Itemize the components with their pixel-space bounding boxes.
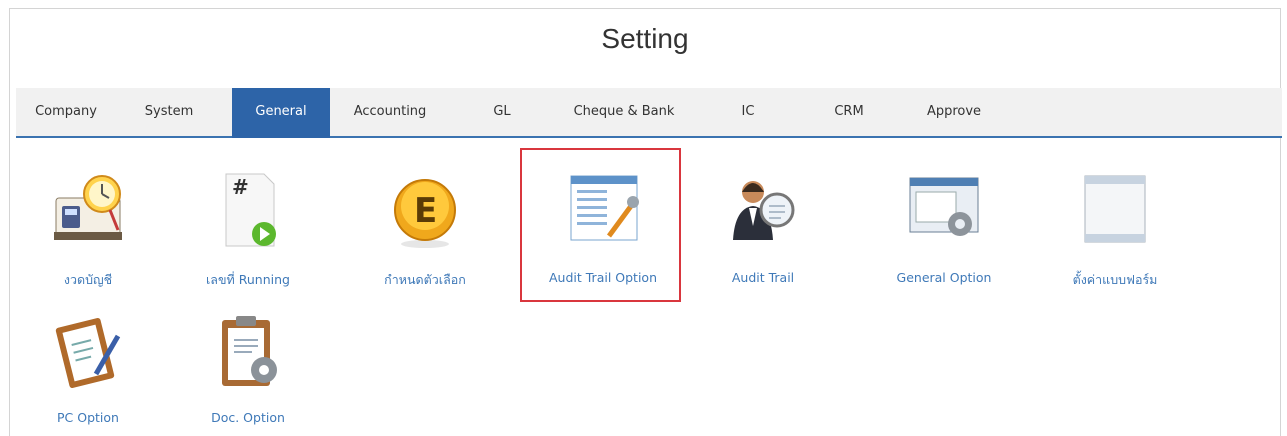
running-number-icon: # [208,170,288,250]
item-running-number[interactable]: # เลขที่ Running [168,170,328,290]
tab-ic[interactable]: IC [728,88,768,136]
clipboard-pen-icon [48,312,128,392]
calendar-clock-icon [48,170,128,250]
tab-company[interactable]: Company [26,88,106,136]
tab-cheque-bank[interactable]: Cheque & Bank [564,88,684,136]
page-title: Setting [601,23,689,54]
tab-approve[interactable]: Approve [916,88,992,136]
item-general-option[interactable]: General Option [864,170,1024,290]
item-pc-option[interactable]: PC Option [8,312,168,432]
svg-text:#: # [232,175,249,199]
tab-accounting[interactable]: Accounting [342,88,438,136]
audit-user-search-icon [723,170,803,250]
item-label: กำหนดตัวเลือก [384,272,466,287]
item-accounting-period[interactable]: งวดบัญชี [8,170,168,290]
tab-system[interactable]: System [134,88,204,136]
item-label: General Option [896,270,992,285]
selection-highlight [520,148,681,302]
tab-general[interactable]: General [232,88,330,138]
item-form-settings[interactable]: ตั้งค่าแบบฟอร์ม [1035,170,1195,290]
window-gear-icon [904,170,984,250]
item-label: Audit Trail [731,270,795,285]
form-window-icon [1075,170,1155,250]
svg-text:E: E [414,191,437,231]
tab-bar: Company System General Accounting GL Che… [16,88,1282,138]
item-label: เลขที่ Running [206,272,290,287]
tab-crm[interactable]: CRM [826,88,872,136]
item-label: PC Option [57,410,119,425]
item-define-options[interactable]: E กำหนดตัวเลือก [345,170,505,290]
option-e-icon: E [385,170,465,250]
item-label: ตั้งค่าแบบฟอร์ม [1072,272,1158,287]
item-doc-option[interactable]: Doc. Option [168,312,328,432]
clipboard-gear-icon [208,312,288,392]
tab-gl[interactable]: GL [482,88,522,136]
item-label: งวดบัญชี [63,272,113,287]
item-audit-trail[interactable]: Audit Trail [683,170,843,290]
item-label: Doc. Option [211,410,285,425]
